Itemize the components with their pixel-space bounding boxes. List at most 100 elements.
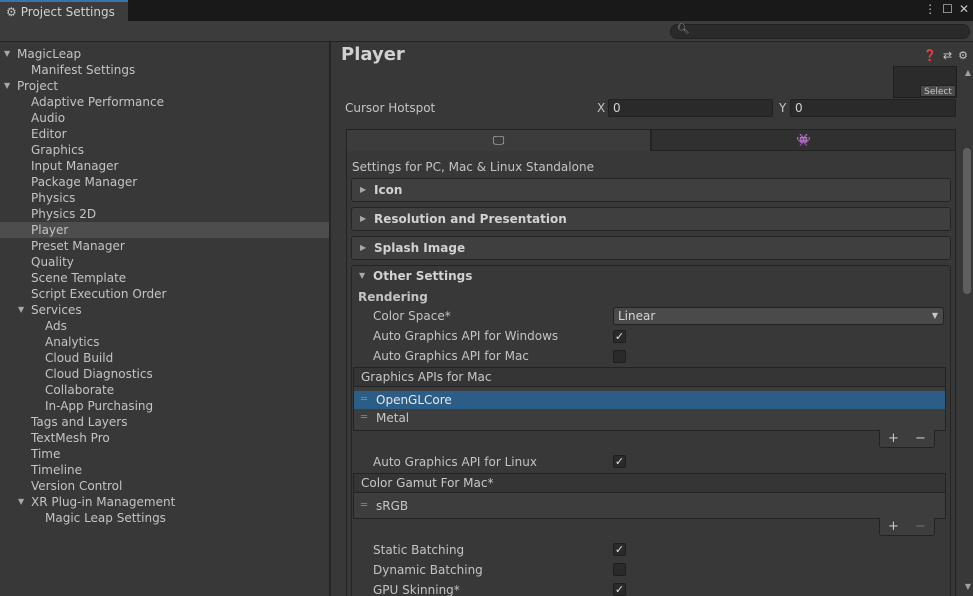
list-item[interactable]: ═ Metal: [354, 409, 945, 427]
tab-android[interactable]: 👾: [651, 129, 956, 151]
sidebar-item-package-manager[interactable]: Package Manager: [0, 174, 329, 190]
search-input[interactable]: 🔍︎: [670, 24, 970, 39]
auto-api-linux-label: Auto Graphics API for Linux: [373, 455, 537, 469]
hotspot-y-label: Y: [779, 101, 787, 115]
sidebar-item-time[interactable]: Time: [0, 446, 329, 462]
expand-arrow-icon[interactable]: ▼: [18, 494, 24, 510]
list-item-label: Metal: [376, 411, 410, 425]
search-icon: 🔍︎: [677, 24, 690, 35]
select-button[interactable]: Select: [920, 85, 956, 97]
sidebar-item-textmesh-pro[interactable]: TextMesh Pro: [0, 430, 329, 446]
auto-api-mac-label: Auto Graphics API for Mac: [373, 349, 529, 363]
foldout-resolution[interactable]: ▶ Resolution and Presentation: [351, 207, 951, 231]
maximize-icon[interactable]: ☐: [942, 2, 953, 16]
cursor-texture-slot[interactable]: Select: [893, 66, 957, 98]
scroll-up-icon[interactable]: ▲: [965, 68, 971, 77]
sidebar-item-physics-2d[interactable]: Physics 2D: [0, 206, 329, 222]
sidebar-item-services[interactable]: ▼ Services: [0, 302, 329, 318]
sidebar-item-version-control[interactable]: Version Control: [0, 478, 329, 494]
sidebar-item-analytics[interactable]: Analytics: [0, 334, 329, 350]
expand-arrow-icon[interactable]: ▼: [4, 78, 10, 94]
sidebar-item-project[interactable]: ▼ Project: [0, 78, 329, 94]
auto-api-linux-checkbox[interactable]: ✓: [613, 455, 626, 468]
vertical-scrollbar[interactable]: ▲ ▼: [961, 66, 973, 596]
auto-api-mac-checkbox[interactable]: [613, 350, 626, 363]
foldout-label: Icon: [374, 183, 403, 197]
collapsed-arrow-icon: ▶: [360, 214, 367, 223]
sidebar-item-label: Time: [31, 447, 61, 461]
preset-icon[interactable]: ⇄: [943, 49, 952, 62]
sidebar-item-xr-plug-in-management[interactable]: ▼ XR Plug-in Management: [0, 494, 329, 510]
sidebar-item-manifest-settings[interactable]: Manifest Settings: [0, 62, 329, 78]
sidebar-item-label: Player: [31, 223, 69, 237]
sidebar-item-audio[interactable]: Audio: [0, 110, 329, 126]
sidebar-item-label: Physics: [31, 191, 76, 205]
sidebar-item-label: Physics 2D: [31, 207, 97, 221]
sidebar-item-script-execution-order[interactable]: Script Execution Order: [0, 286, 329, 302]
sidebar-item-cloud-diagnostics[interactable]: Cloud Diagnostics: [0, 366, 329, 382]
sidebar-item-quality[interactable]: Quality: [0, 254, 329, 270]
gpu-skinning-checkbox[interactable]: ✓: [613, 583, 626, 596]
drag-handle-icon[interactable]: ═: [361, 409, 367, 427]
settings-gear-icon[interactable]: ⚙: [958, 49, 968, 62]
auto-api-windows-checkbox[interactable]: ✓: [613, 330, 626, 343]
help-icon[interactable]: ❓: [923, 49, 937, 62]
sidebar-item-graphics[interactable]: Graphics: [0, 142, 329, 158]
drag-handle-icon[interactable]: ═: [361, 497, 367, 515]
sidebar-item-editor[interactable]: Editor: [0, 126, 329, 142]
platform-tabs: 🖵 👾: [346, 129, 956, 151]
color-space-label: Color Space*: [373, 309, 451, 323]
sidebar-item-player[interactable]: Player: [0, 222, 329, 238]
sidebar-item-label: Manifest Settings: [31, 63, 136, 77]
tab-standalone[interactable]: 🖵: [346, 129, 651, 151]
remove-button[interactable]: −: [915, 519, 926, 534]
sidebar-item-label: Graphics: [31, 143, 84, 157]
sidebar-item-label: Script Execution Order: [31, 287, 167, 301]
sidebar-item-label: Editor: [31, 127, 67, 141]
sidebar-item-input-manager[interactable]: Input Manager: [0, 158, 329, 174]
drag-handle-icon[interactable]: ═: [361, 391, 367, 409]
mac-apis-add-remove: + −: [879, 430, 935, 448]
window-tab[interactable]: ⚙ Project Settings: [0, 0, 128, 21]
list-item-label: sRGB: [376, 499, 409, 513]
foldout-icon[interactable]: ▶ Icon: [351, 178, 951, 202]
sidebar-item-scene-template[interactable]: Scene Template: [0, 270, 329, 286]
sidebar-item-timeline[interactable]: Timeline: [0, 462, 329, 478]
add-button[interactable]: +: [888, 431, 899, 446]
static-batching-checkbox[interactable]: ✓: [613, 543, 626, 556]
sidebar-item-ads[interactable]: Ads: [0, 318, 329, 334]
foldout-splash-image[interactable]: ▶ Splash Image: [351, 236, 951, 260]
dynamic-batching-checkbox[interactable]: [613, 563, 626, 576]
color-space-dropdown[interactable]: Linear ▼: [613, 307, 944, 325]
scroll-down-icon[interactable]: ▼: [965, 582, 971, 591]
list-item[interactable]: ═ OpenGLCore: [354, 391, 945, 409]
sidebar-item-magic-leap-settings[interactable]: Magic Leap Settings: [0, 510, 329, 526]
add-button[interactable]: +: [888, 519, 899, 534]
hotspot-y-field[interactable]: 0: [790, 99, 956, 117]
sidebar-item-preset-manager[interactable]: Preset Manager: [0, 238, 329, 254]
color-gamut-list: ═ sRGB: [353, 493, 946, 519]
expand-arrow-icon[interactable]: ▼: [18, 302, 24, 318]
expand-arrow-icon[interactable]: ▼: [4, 46, 10, 62]
sidebar-item-in-app-purchasing[interactable]: In-App Purchasing: [0, 398, 329, 414]
sidebar-item-collaborate[interactable]: Collaborate: [0, 382, 329, 398]
scrollbar-thumb[interactable]: [963, 148, 971, 294]
gpu-skinning-label: GPU Skinning*: [373, 583, 460, 596]
settings-for-label: Settings for PC, Mac & Linux Standalone: [352, 160, 594, 174]
hotspot-x-field[interactable]: 0: [608, 99, 773, 117]
remove-button[interactable]: −: [915, 431, 926, 446]
sidebar-item-label: In-App Purchasing: [45, 399, 154, 413]
sidebar-item-adaptive-performance[interactable]: Adaptive Performance: [0, 94, 329, 110]
list-item[interactable]: ═ sRGB: [354, 497, 945, 515]
checkmark-icon: ✓: [614, 330, 625, 343]
sidebar-item-magicleap[interactable]: ▼ MagicLeap: [0, 46, 329, 62]
gear-icon: ⚙: [6, 4, 17, 19]
kebab-menu-icon[interactable]: ⋮: [924, 2, 936, 16]
sidebar-item-physics[interactable]: Physics: [0, 190, 329, 206]
close-icon[interactable]: ✕: [959, 2, 969, 16]
toolbar: 🔍︎: [0, 21, 973, 42]
sidebar-item-label: Collaborate: [45, 383, 115, 397]
foldout-other-settings[interactable]: ▼ Other Settings: [351, 265, 951, 289]
sidebar-item-tags-and-layers[interactable]: Tags and Layers: [0, 414, 329, 430]
sidebar-item-cloud-build[interactable]: Cloud Build: [0, 350, 329, 366]
